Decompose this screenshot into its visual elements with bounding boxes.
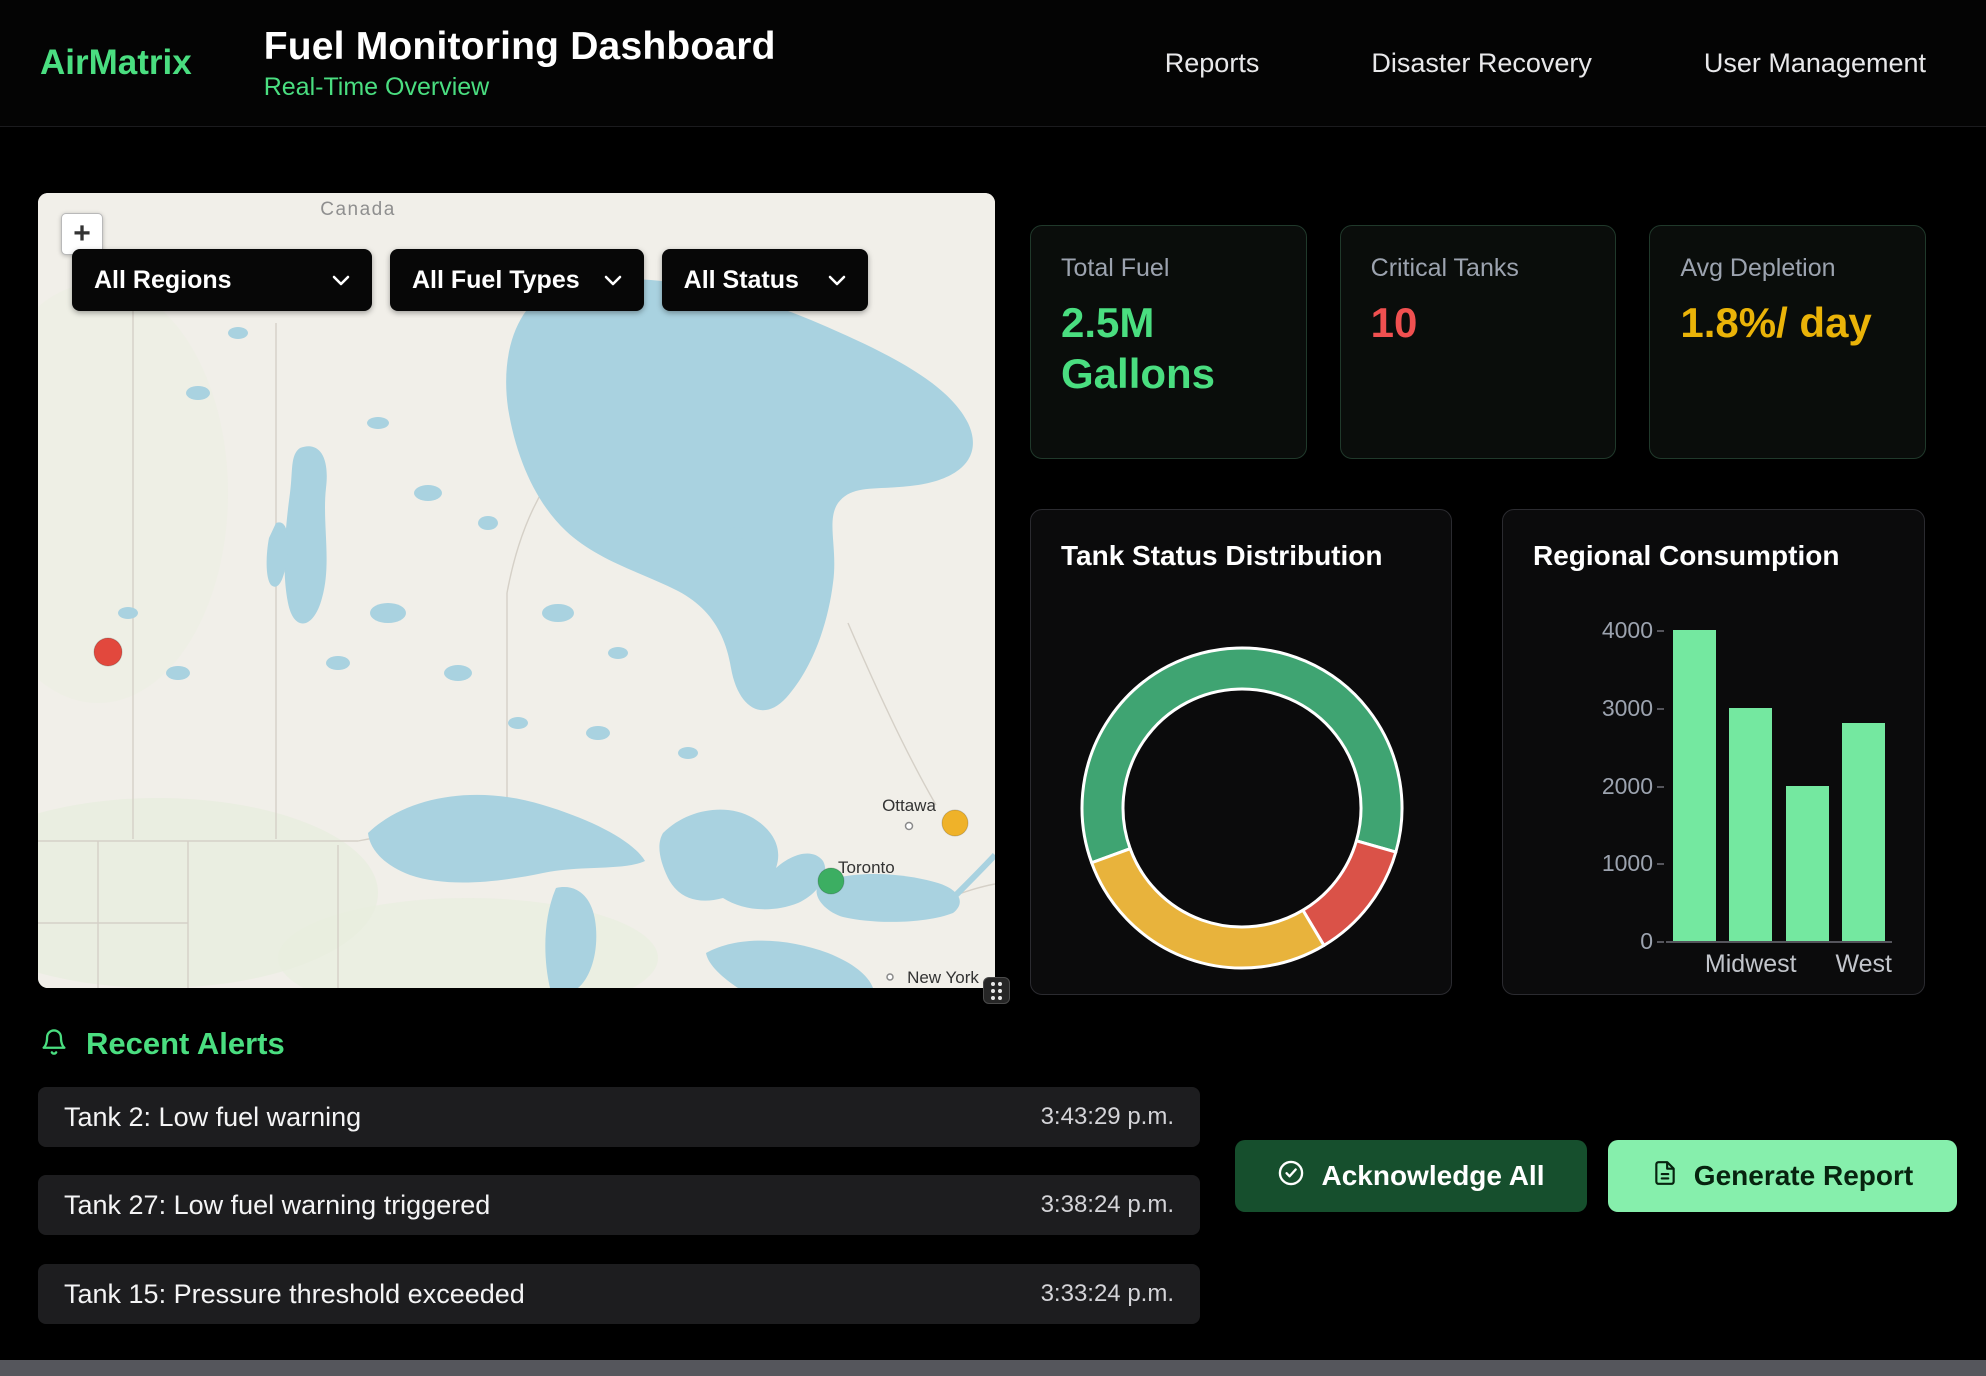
recent-alerts-header: Recent Alerts: [40, 1026, 285, 1062]
recent-alerts-heading: Recent Alerts: [86, 1026, 285, 1062]
alert-message: Tank 15: Pressure threshold exceeded: [64, 1279, 525, 1310]
status-filter-dropdown[interactable]: All Status: [662, 249, 868, 311]
generate-report-label: Generate Report: [1694, 1160, 1913, 1192]
stat-label: Total Fuel: [1061, 254, 1276, 283]
consumption-bar-2: [1786, 786, 1829, 942]
map-town-dot: [887, 974, 893, 980]
map-canvas: Canada Ottawa Toronto New York: [38, 193, 995, 988]
alert-row[interactable]: Tank 2: Low fuel warning 3:43:29 p.m.: [38, 1087, 1200, 1147]
consumption-bar-1: [1729, 708, 1772, 941]
y-axis-tick: 4000: [1503, 617, 1653, 644]
stat-value: 1.8%/ day: [1680, 297, 1895, 348]
acknowledge-all-button[interactable]: Acknowledge All: [1235, 1140, 1587, 1212]
y-axis-tick-mark: [1657, 630, 1664, 632]
brand-logo[interactable]: AirMatrix: [40, 43, 192, 83]
y-axis-tick-mark: [1657, 786, 1664, 788]
y-axis-tick-mark: [1657, 863, 1664, 865]
x-axis-label: West: [1799, 950, 1929, 979]
generate-report-button[interactable]: Generate Report: [1608, 1140, 1957, 1212]
page-title: Fuel Monitoring Dashboard: [264, 25, 776, 69]
resize-grip-icon[interactable]: [983, 977, 1010, 1004]
alert-row[interactable]: Tank 15: Pressure threshold exceeded 3:3…: [38, 1264, 1200, 1324]
regional-consumption-card: Regional Consumption 0 1000 2000 3000 4000 Mi…: [1502, 509, 1925, 995]
alert-timestamp: 3:43:29 p.m.: [1041, 1103, 1174, 1131]
y-axis-tick: 3000: [1503, 695, 1653, 722]
tank-status-card: Tank Status Distribution: [1030, 509, 1452, 995]
map-town-dot: [906, 823, 913, 830]
y-axis-tick: 2000: [1503, 773, 1653, 800]
stat-label: Critical Tanks: [1371, 254, 1586, 283]
regional-consumption-title: Regional Consumption: [1533, 540, 1894, 572]
tank-status-title: Tank Status Distribution: [1061, 540, 1421, 572]
donut-segment-green-normal: [1082, 648, 1402, 863]
fuel-types-filter-dropdown[interactable]: All Fuel Types: [390, 249, 644, 311]
title-block: Fuel Monitoring Dashboard Real-Time Over…: [264, 25, 776, 102]
nav-disaster-recovery[interactable]: Disaster Recovery: [1371, 48, 1592, 79]
regions-filter-dropdown[interactable]: All Regions: [72, 249, 372, 311]
chevron-down-icon: [604, 275, 622, 286]
stat-card-avg-depletion: Avg Depletion 1.8%/ day: [1649, 225, 1926, 459]
app-header: AirMatrix Fuel Monitoring Dashboard Real…: [0, 0, 1986, 127]
main-nav: Reports Disaster Recovery User Managemen…: [1165, 48, 1946, 79]
donut-segment-red-critical: [1303, 841, 1396, 946]
stat-label: Avg Depletion: [1680, 254, 1895, 283]
stat-value: 2.5M Gallons: [1061, 297, 1276, 399]
map-filters: All Regions All Fuel Types All Status: [72, 249, 868, 311]
alert-message: Tank 27: Low fuel warning triggered: [64, 1190, 490, 1221]
nav-reports[interactable]: Reports: [1165, 48, 1260, 79]
alert-message: Tank 2: Low fuel warning: [64, 1102, 361, 1133]
regions-filter-value: All Regions: [94, 266, 232, 295]
regional-consumption-chart: 0 1000 2000 3000 4000 MidwestWest: [1503, 606, 1926, 986]
fuel-monitoring-dashboard: AirMatrix Fuel Monitoring Dashboard Real…: [0, 0, 1986, 1376]
check-circle-icon: [1277, 1159, 1305, 1194]
consumption-bar-3: [1842, 723, 1885, 941]
stat-value: 10: [1371, 297, 1586, 348]
stat-card-critical-tanks: Critical Tanks 10: [1340, 225, 1617, 459]
chevron-down-icon: [332, 275, 350, 286]
acknowledge-all-label: Acknowledge All: [1321, 1160, 1544, 1192]
chevron-down-icon: [828, 275, 846, 286]
tank-marker-warning[interactable]: [942, 810, 968, 836]
y-axis-tick-mark: [1657, 941, 1664, 943]
bell-icon: [40, 1027, 68, 1062]
horizontal-scrollbar[interactable]: [0, 1360, 1986, 1376]
y-axis-tick-mark: [1657, 708, 1664, 710]
donut-segment-yellow-warning: [1092, 849, 1324, 968]
nav-user-management[interactable]: User Management: [1704, 48, 1926, 79]
alert-row[interactable]: Tank 27: Low fuel warning triggered 3:38…: [38, 1175, 1200, 1235]
consumption-bar-0: [1673, 630, 1716, 941]
map-label-toronto: Toronto: [838, 858, 895, 877]
tank-marker-normal[interactable]: [818, 868, 844, 894]
x-axis-label: Midwest: [1686, 950, 1816, 979]
map-label-canada: Canada: [320, 199, 396, 220]
tank-marker-critical[interactable]: [94, 638, 122, 666]
alert-timestamp: 3:38:24 p.m.: [1041, 1191, 1174, 1219]
page-subtitle: Real-Time Overview: [264, 73, 776, 102]
stat-cards: Total Fuel 2.5M Gallons Critical Tanks 1…: [1030, 225, 1926, 459]
stat-card-total-fuel: Total Fuel 2.5M Gallons: [1030, 225, 1307, 459]
tank-status-donut: [1072, 638, 1412, 978]
y-axis-tick: 1000: [1503, 850, 1653, 877]
fuel-types-filter-value: All Fuel Types: [412, 266, 580, 295]
map-label-ottawa: Ottawa: [882, 796, 936, 815]
y-axis-tick: 0: [1503, 928, 1653, 955]
status-filter-value: All Status: [684, 266, 799, 295]
map-panel[interactable]: Canada Ottawa Toronto New York + All Reg…: [38, 193, 995, 988]
map-label-new-york: New York: [907, 968, 979, 987]
x-axis-line: [1666, 941, 1892, 943]
alert-timestamp: 3:33:24 p.m.: [1041, 1280, 1174, 1308]
report-document-icon: [1652, 1159, 1678, 1194]
